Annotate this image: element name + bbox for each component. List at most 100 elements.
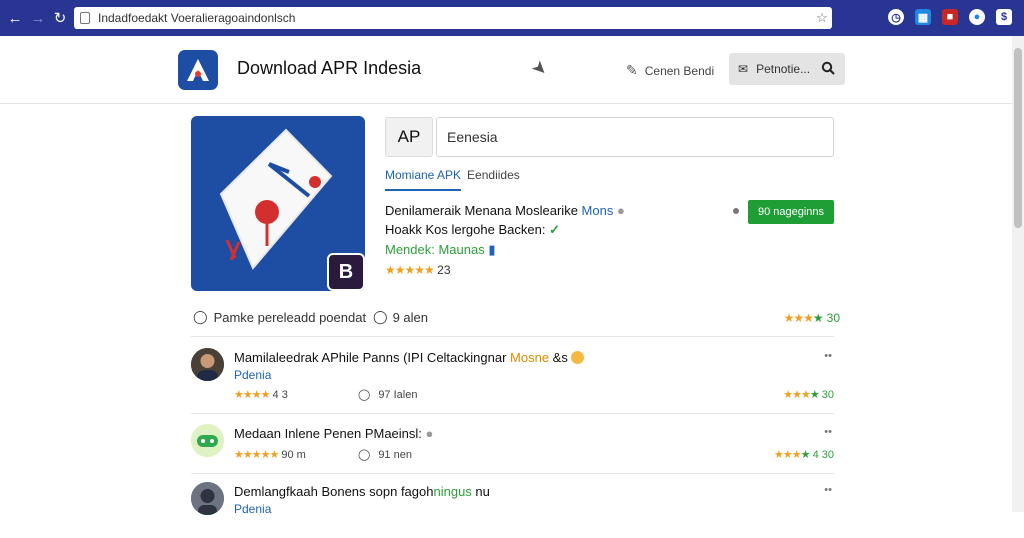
review-title: Medaan Inlene Penen PMaeinsl: ● bbox=[234, 426, 433, 441]
app-info-line-3-text: Mendek: Maunas bbox=[385, 242, 485, 257]
url-text: Indadfoedakt Voeralieragoaindonlsch bbox=[98, 11, 296, 25]
ap-label-box: AP bbox=[385, 117, 433, 157]
summary-reviews[interactable]: ◯ Pamke pereleadd poendat bbox=[193, 309, 366, 325]
review-stars-icon: ★★★★ bbox=[234, 389, 270, 401]
lock-icon bbox=[80, 12, 90, 24]
review-stars-value: 90 m bbox=[281, 449, 306, 461]
app-rating: ★★★★★ 23 bbox=[385, 263, 451, 277]
review-subtitle[interactable]: Pdenia bbox=[234, 502, 271, 516]
shield-icon: ▮ bbox=[488, 242, 496, 257]
app-info-line-2: Hoakk Kos lergohe Backen: ✓ bbox=[385, 222, 560, 238]
app-info-line-2-text: Hoakk Kos lergohe Backen: bbox=[385, 222, 546, 237]
review-comments-text: 91 nen bbox=[378, 448, 412, 461]
review-comments[interactable]: ◯ 91 nen bbox=[358, 448, 412, 462]
review-stars-icon: ★★★★★ bbox=[234, 449, 279, 461]
app-badge: B bbox=[327, 253, 365, 291]
review-rating-value: 4 30 bbox=[812, 449, 834, 461]
address-bar[interactable]: Indadfoedakt Voeralieragoaindonlsch ☆ bbox=[74, 7, 832, 29]
review-title-highlight: Mosne bbox=[510, 350, 550, 365]
tab-secondary[interactable]: Eendiides bbox=[467, 168, 520, 191]
app-info-line-1-text: Denilameraik Menana Moslearike bbox=[385, 203, 578, 218]
app-info-line-1: Denilameraik Menana Moslearike Mons ● bbox=[385, 203, 625, 218]
summary-rating: ★★★★ 30 bbox=[784, 311, 840, 325]
avatar bbox=[191, 348, 224, 381]
user-avatar-icon bbox=[191, 348, 224, 381]
download-button[interactable]: 90 nageginns bbox=[748, 200, 834, 224]
reload-icon[interactable]: ↻ bbox=[49, 7, 71, 29]
inbox-icon: ✉ bbox=[738, 62, 749, 76]
review-title: Demlangfkaah Bonens sopn fagohningus nu bbox=[234, 484, 490, 499]
pencil-icon: ✎ bbox=[626, 62, 638, 78]
more-options-icon[interactable]: •• bbox=[824, 484, 832, 496]
header-search-button[interactable]: ✉ Petnotie... bbox=[729, 53, 845, 85]
app-search-input[interactable] bbox=[436, 117, 834, 157]
review-rating-value: 30 bbox=[821, 389, 834, 401]
page-scrollbar[interactable] bbox=[1012, 36, 1024, 512]
comment-icon: ◯ bbox=[358, 389, 371, 401]
review-title-text: Demlangfkaah Bonens sopn fagoh bbox=[234, 484, 434, 499]
extension-icons: ◷ ▦ ■ ● $ bbox=[888, 9, 1012, 25]
comment-bubble-icon: ◯ bbox=[193, 309, 208, 324]
review-title-suffix: nu bbox=[471, 484, 490, 499]
chat-icon: ◯ bbox=[373, 309, 388, 324]
logo-a-icon bbox=[187, 59, 209, 81]
summary-stars-icon: ★★★★ bbox=[783, 311, 824, 325]
header-link[interactable]: ✎ Cenen Bendi bbox=[626, 62, 714, 79]
review-comments[interactable]: ◯ 97 Ialen bbox=[358, 388, 418, 402]
more-options-icon[interactable]: •• bbox=[824, 426, 832, 438]
site-header: Download APR Indesia ➤ ✎ Cenen Bendi ✉ P… bbox=[0, 36, 1012, 104]
header-button-label: Petnotie... bbox=[756, 62, 811, 76]
avatar bbox=[191, 424, 224, 457]
review-comments-text: 97 Ialen bbox=[378, 388, 418, 401]
review-stars-value: 4 3 bbox=[272, 389, 288, 401]
divider bbox=[191, 336, 834, 337]
extension-menu-icon[interactable]: $ bbox=[996, 9, 1012, 25]
forward-arrow-icon[interactable]: → bbox=[27, 7, 49, 29]
rating-stars-icon: ★★★★★ bbox=[385, 263, 435, 277]
link-icon: ● bbox=[425, 426, 434, 441]
review-rating-stars-icon: ★★★★ bbox=[774, 449, 810, 461]
review-stars: ★★★★★ 90 m bbox=[234, 448, 306, 461]
app-info-line-1-link[interactable]: Mons bbox=[582, 203, 614, 218]
app-tabs: Momiane APK Eendiides bbox=[385, 168, 520, 191]
divider bbox=[191, 473, 834, 474]
back-arrow-icon[interactable]: ← bbox=[4, 7, 26, 29]
summary-mid-text: 9 alen bbox=[392, 309, 428, 325]
review-rating-stars-icon: ★★★★ bbox=[783, 389, 819, 401]
comment-icon: ◯ bbox=[358, 449, 371, 461]
extension-grid-icon[interactable]: ▦ bbox=[915, 9, 931, 25]
site-logo[interactable] bbox=[178, 50, 218, 90]
status-dot-icon bbox=[733, 208, 739, 214]
review-stars: ★★★★ 4 3 bbox=[234, 388, 288, 401]
review-rating: ★★★★ 4 30 bbox=[774, 448, 834, 461]
bookmark-star-icon[interactable]: ☆ bbox=[812, 10, 832, 26]
review-title: Mamilaleedrak APhile Panns (IPI Celtacki… bbox=[234, 350, 585, 365]
app-info-line-3: Mendek: Maunas ▮ bbox=[385, 242, 496, 258]
avatar bbox=[191, 482, 224, 515]
pin-icon[interactable]: ➤ bbox=[527, 56, 552, 82]
search-icon bbox=[821, 61, 835, 75]
extension-info-icon[interactable]: ● bbox=[969, 9, 985, 25]
review-item[interactable]: Demlangfkaah Bonens sopn fagohningus nu … bbox=[191, 482, 834, 538]
emoji-icon bbox=[571, 351, 585, 364]
link-icon: ● bbox=[616, 203, 625, 218]
review-item[interactable]: Medaan Inlene Penen PMaeinsl: ● •• ★★★★★… bbox=[191, 424, 834, 480]
site-title: Download APR Indesia bbox=[237, 58, 422, 78]
divider bbox=[191, 413, 834, 414]
header-link-label: Cenen Bendi bbox=[644, 63, 715, 78]
extension-clock-icon[interactable]: ◷ bbox=[888, 9, 904, 25]
game-controller-icon bbox=[191, 424, 224, 457]
review-item[interactable]: Mamilaleedrak APhile Panns (IPI Celtacki… bbox=[191, 348, 834, 404]
summary-left-text: Pamke pereleadd poendat bbox=[213, 309, 367, 325]
summary-comments[interactable]: ◯ 9 alen bbox=[373, 309, 428, 325]
extension-media-icon[interactable]: ■ bbox=[942, 9, 958, 25]
check-icon: ✓ bbox=[549, 222, 560, 237]
review-title-text: Mamilaleedrak APhile Panns (IPI Celtacki… bbox=[234, 350, 511, 365]
scrollbar-thumb[interactable] bbox=[1014, 48, 1022, 228]
more-options-icon[interactable]: •• bbox=[824, 350, 832, 362]
tab-active[interactable]: Momiane APK bbox=[385, 168, 462, 191]
review-rating: ★★★★ 30 bbox=[783, 388, 834, 401]
review-subtitle[interactable]: Pdenia bbox=[234, 368, 271, 382]
summary-rating-value: 30 bbox=[826, 311, 840, 325]
review-title-text: Medaan Inlene Penen PMaeinsl: bbox=[234, 426, 422, 441]
